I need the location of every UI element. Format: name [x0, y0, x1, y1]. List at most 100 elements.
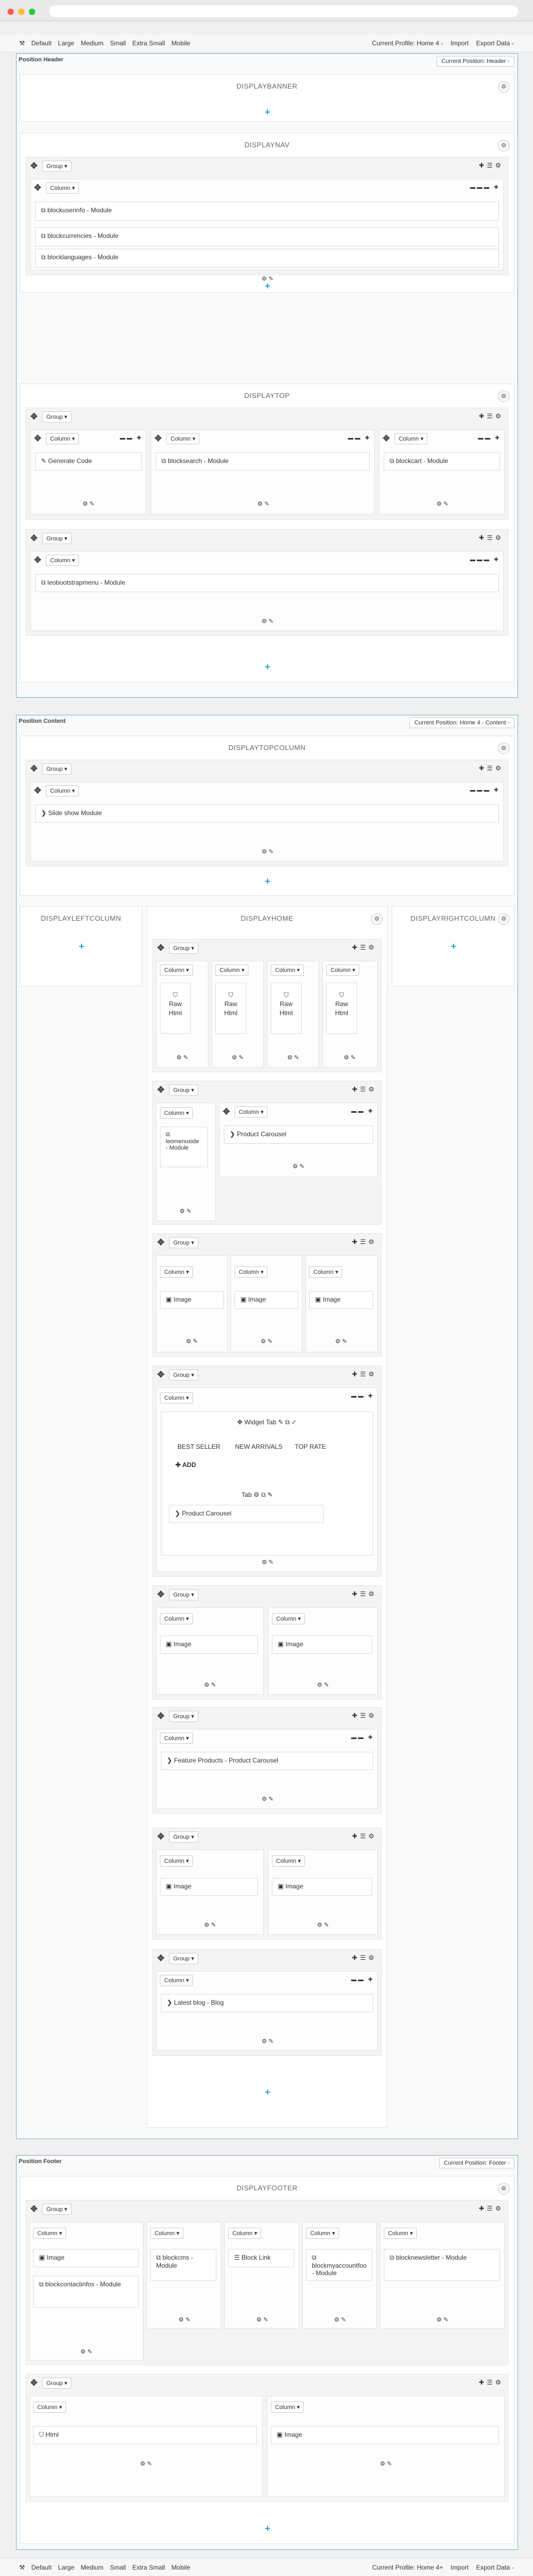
close-window-icon[interactable] [7, 9, 14, 15]
gear-icon[interactable]: ⚙ [498, 2183, 510, 2195]
column-width-controls[interactable]: ▬▬ ✚ [348, 435, 371, 441]
wrench-icon[interactable]: ⚒ [19, 39, 25, 47]
module-image[interactable]: ▣ Image [160, 1878, 258, 1896]
module-blocklanguages[interactable]: ⧉ blocklanguages - Module [35, 249, 499, 268]
move-icon[interactable]: ✥ [30, 2378, 37, 2388]
column-edit-icons[interactable]: ⚙ ✎ [174, 2316, 195, 2323]
column-dropdown[interactable]: Column ▾ [271, 2402, 304, 2413]
module-raw-html[interactable]: ⛉ Raw Html [326, 983, 357, 1034]
module-image[interactable]: ▣ Image [33, 2249, 139, 2267]
column-edit-icons[interactable]: ⚙ ✎ [256, 1338, 277, 1345]
module-blockmyaccount[interactable]: ⧉ blockmyaccountfoo - Module [306, 2249, 372, 2281]
module-image[interactable]: ▣ Image [272, 1878, 372, 1896]
column-dropdown[interactable]: Column ▾ [272, 1613, 305, 1624]
module-raw-html[interactable]: ⛉ Raw Html [271, 983, 302, 1034]
group-dropdown[interactable]: Group ▾ [42, 411, 72, 422]
gear-icon[interactable]: ⚙ [498, 743, 510, 754]
address-bar[interactable] [49, 5, 518, 17]
current-position-dropdown[interactable]: Current Position: Footer - [439, 2158, 514, 2168]
module-latest-blog[interactable]: ❯ Latest blog - Blog [161, 1994, 373, 2012]
group-dropdown[interactable]: Group ▾ [169, 1711, 199, 1722]
column-edit-icons[interactable]: ⚙ ✎ [199, 1681, 221, 1688]
module-image[interactable]: ▣ Image [235, 1291, 298, 1309]
column-dropdown[interactable]: Column ▾ [33, 2228, 67, 2239]
gear-icon[interactable]: ⚙ [498, 140, 510, 151]
move-icon[interactable]: ✥ [157, 943, 164, 953]
column-edit-icons[interactable]: ⚙ ✎ [181, 1338, 203, 1345]
column-edit-icons[interactable]: ⚙ ✎ [257, 848, 278, 855]
module-generate-code[interactable]: ✎ Generate Code [35, 452, 142, 470]
move-icon[interactable]: ✥ [34, 785, 41, 796]
column-dropdown[interactable]: Column ▾ [160, 1107, 193, 1119]
current-position-dropdown[interactable]: Current Position: Home 4 - Content - [409, 717, 514, 728]
group-actions[interactable]: ✚☰⚙ [352, 1832, 377, 1840]
column-dropdown[interactable]: Column ▾ [384, 2228, 417, 2239]
column-edit-icons[interactable]: ⚙ ✎ [339, 1054, 360, 1061]
column-edit-icons[interactable]: ⚙ ✎ [135, 2460, 157, 2467]
module-blockcontactinfos[interactable]: ⧉ blockcontactinfos - Module [33, 2276, 139, 2308]
module-blockuserinfo[interactable]: ⧉ blockuserinfo - Module [35, 202, 499, 221]
module-blocknewsletter[interactable]: ⧉ blocknewsletter - Module [384, 2249, 500, 2281]
column-dropdown[interactable]: Column ▾ [309, 1266, 343, 1278]
profile-dropdown[interactable]: Current Profile: Home 4 - [372, 39, 443, 47]
column-edit-icons[interactable]: ⚙ ✎ [282, 1054, 304, 1061]
column-dropdown[interactable]: Column ▾ [394, 433, 428, 444]
column-dropdown[interactable]: Column ▾ [306, 2228, 340, 2239]
module-blockcms[interactable]: ⧉ blockcms - Module [150, 2249, 216, 2281]
module-blockcart[interactable]: ⧉ blockcart - Module [384, 452, 500, 470]
group-dropdown[interactable]: Group ▾ [169, 1953, 199, 1964]
column-dropdown[interactable]: Column ▾ [160, 964, 193, 976]
group-actions[interactable]: ✚☰⚙ [479, 162, 504, 169]
group-actions[interactable]: ✚☰⚙ [479, 534, 504, 541]
add-group-plus-icon[interactable]: + [262, 876, 273, 887]
column-edit-icons[interactable]: ⚙ ✎ [312, 1681, 334, 1688]
column-dropdown[interactable]: Column ▾ [46, 433, 79, 444]
column-edit-icons[interactable]: ⚙ ✎ [175, 1208, 196, 1215]
column-edit-icons[interactable]: ⚙ ✎ [199, 1921, 221, 1928]
tab-best-seller[interactable]: BEST SELLER [177, 1443, 220, 1450]
column-dropdown[interactable]: Column ▾ [160, 1266, 193, 1278]
device-medium[interactable]: Medium [81, 39, 104, 47]
column-dropdown[interactable]: Column ▾ [271, 964, 304, 976]
device-extra-small[interactable]: Extra Small [132, 2564, 165, 2571]
module-raw-html[interactable]: ⛉ Raw Html [215, 983, 246, 1034]
move-icon[interactable]: ✥ [237, 1418, 244, 1426]
move-icon[interactable]: ✥ [34, 555, 41, 565]
device-mobile[interactable]: Mobile [172, 39, 190, 47]
group-dropdown[interactable]: Group ▾ [42, 161, 72, 172]
column-edit-icons[interactable]: ⚙ ✎ [432, 500, 453, 507]
column-edit-icons[interactable]: ⚙ ✎ [257, 618, 278, 625]
widget-tab-module[interactable]: ✥ Widget Tab ✎ ⧉ ✓ BEST SELLER NEW ARRIV… [161, 1411, 373, 1556]
column-edit-icons[interactable]: ⚙ ✎ [253, 500, 274, 507]
group-actions[interactable]: ✚☰⚙ [479, 2379, 504, 2386]
gear-icon[interactable]: ⚙ [498, 913, 510, 925]
column-dropdown[interactable]: Column ▾ [235, 1266, 268, 1278]
column-width-controls[interactable]: ▬▬▬ ✚ [470, 557, 500, 563]
module-blocksearch[interactable]: ⧉ blocksearch - Module [156, 452, 370, 470]
module-product-carousel[interactable]: ❯ Product Carousel [169, 1505, 324, 1523]
group-dropdown[interactable]: Group ▾ [169, 1369, 199, 1381]
module-image[interactable]: ▣ Image [271, 2426, 499, 2444]
move-icon[interactable]: ✥ [383, 433, 390, 444]
column-dropdown[interactable]: Column ▾ [150, 2228, 184, 2239]
group-actions[interactable]: ✚☰⚙ [352, 1712, 377, 1719]
module-slideshow[interactable]: ❯ Slide show Module [35, 804, 499, 823]
group-actions[interactable]: ✚☰⚙ [352, 1086, 377, 1093]
maximize-window-icon[interactable] [29, 9, 35, 15]
module-product-carousel[interactable]: ❯ Product Carousel [224, 1126, 373, 1144]
move-icon[interactable]: ✥ [34, 182, 41, 193]
group-dropdown[interactable]: Group ▾ [169, 1831, 199, 1843]
column-width-controls[interactable]: ▬▬ ✚ [351, 1393, 374, 1399]
gear-icon[interactable]: ⚙ [498, 390, 510, 402]
current-position-dropdown[interactable]: Current Position: Header - [437, 56, 514, 67]
import-button[interactable]: Import [450, 39, 469, 47]
column-dropdown[interactable]: Column ▾ [160, 1855, 193, 1867]
column-edit-icons[interactable]: ⚙ ✎ [432, 2316, 453, 2323]
group-actions[interactable]: ✚☰⚙ [352, 1954, 377, 1961]
add-group-plus-icon[interactable]: + [262, 2087, 273, 2098]
module-block-link[interactable]: ☰ Block Link [228, 2249, 294, 2267]
column-dropdown[interactable]: Column ▾ [46, 785, 79, 796]
group-actions[interactable]: ✚☰⚙ [479, 764, 504, 772]
move-icon[interactable]: ✥ [157, 1589, 164, 1600]
add-group-plus-icon[interactable]: + [76, 941, 87, 952]
